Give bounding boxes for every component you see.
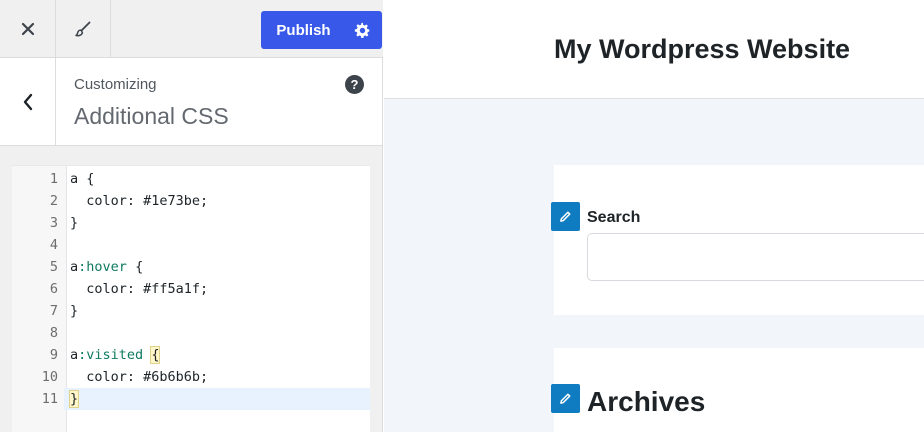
code-text: } — [70, 215, 79, 231]
help-icon: ? — [350, 77, 359, 92]
code-text: color: #1e73be; — [70, 193, 209, 209]
code-line[interactable]: 9 a:visited { — [12, 344, 370, 366]
code-text: a:hover { — [70, 259, 144, 275]
section-title: Additional CSS — [74, 103, 229, 129]
code-text: a:visited { — [70, 346, 161, 364]
publish-button[interactable]: Publish — [261, 11, 342, 49]
close-icon — [21, 22, 34, 35]
code-line[interactable]: 3} — [12, 212, 370, 234]
breadcrumb: Customizing — [74, 76, 157, 93]
customizer-header: Publish — [0, 0, 383, 58]
gear-icon — [354, 22, 369, 38]
line-number: 7 — [49, 303, 58, 319]
site-title[interactable]: My Wordpress Website — [554, 34, 850, 65]
archives-widget: Archives — [551, 348, 924, 432]
code-line[interactable]: 10 color: #6b6b6b; — [12, 366, 370, 388]
line-number: 8 — [49, 325, 58, 341]
code-line[interactable]: 8 — [12, 322, 370, 344]
publish-settings-button[interactable] — [342, 11, 382, 49]
brush-icon — [75, 21, 91, 36]
search-label: Search — [587, 209, 641, 226]
line-number: 3 — [49, 215, 58, 231]
close-button[interactable] — [0, 0, 56, 57]
line-number: 1 — [49, 171, 58, 187]
archives-title: Archives — [587, 386, 706, 417]
code-line[interactable]: 11} — [12, 388, 370, 410]
search-widget: Search — [551, 165, 924, 315]
code-line[interactable]: 5 a:hover { — [12, 256, 370, 278]
search-input[interactable] — [587, 233, 924, 281]
css-code-editor[interactable]: 1a {2 color: #1e73be; 3} 4 5 a:hover {6 colo… — [12, 165, 370, 432]
chevron-left-icon — [23, 93, 32, 110]
help-button[interactable]: ? — [345, 75, 364, 94]
line-number: 6 — [49, 281, 58, 297]
site-header: My Wordpress Website — [384, 0, 924, 99]
publish-button-group: Publish — [261, 11, 382, 49]
code-text: color: #ff5a1f; — [70, 281, 209, 297]
line-number: 9 — [49, 347, 58, 363]
line-number: 10 — [41, 369, 58, 385]
line-number: 11 — [41, 391, 58, 407]
code-text: } — [70, 303, 79, 319]
pencil-icon — [560, 393, 571, 404]
edit-archives-widget-button[interactable] — [551, 384, 580, 413]
code-text: a { — [70, 171, 95, 187]
code-line[interactable]: 6 color: #ff5a1f; — [12, 278, 370, 300]
code-line[interactable]: 4 — [12, 234, 370, 256]
site-preview: My Wordpress Website Search Archives — [384, 0, 924, 432]
line-number: 4 — [49, 237, 58, 253]
section-header: Customizing Additional CSS ? — [0, 58, 382, 146]
code-text: } — [64, 388, 370, 410]
code-line[interactable]: 1 a { — [12, 168, 370, 190]
line-number: 2 — [49, 193, 58, 209]
code-line[interactable]: 2 color: #1e73be; — [12, 190, 370, 212]
code-line[interactable]: 7} — [12, 300, 370, 322]
customizer-sidebar: Publish Customizing Additional CSS ? 1 a … — [0, 0, 383, 432]
code-text: color: #6b6b6b; — [70, 369, 209, 385]
customize-style-button[interactable] — [56, 0, 111, 57]
back-button[interactable] — [0, 58, 56, 145]
line-number: 5 — [49, 259, 58, 275]
pencil-icon — [560, 211, 571, 222]
editor-area: 1a {2 color: #1e73be; 3} 4 5 a:hover {6 colo… — [0, 147, 382, 432]
edit-search-widget-button[interactable] — [551, 202, 580, 231]
